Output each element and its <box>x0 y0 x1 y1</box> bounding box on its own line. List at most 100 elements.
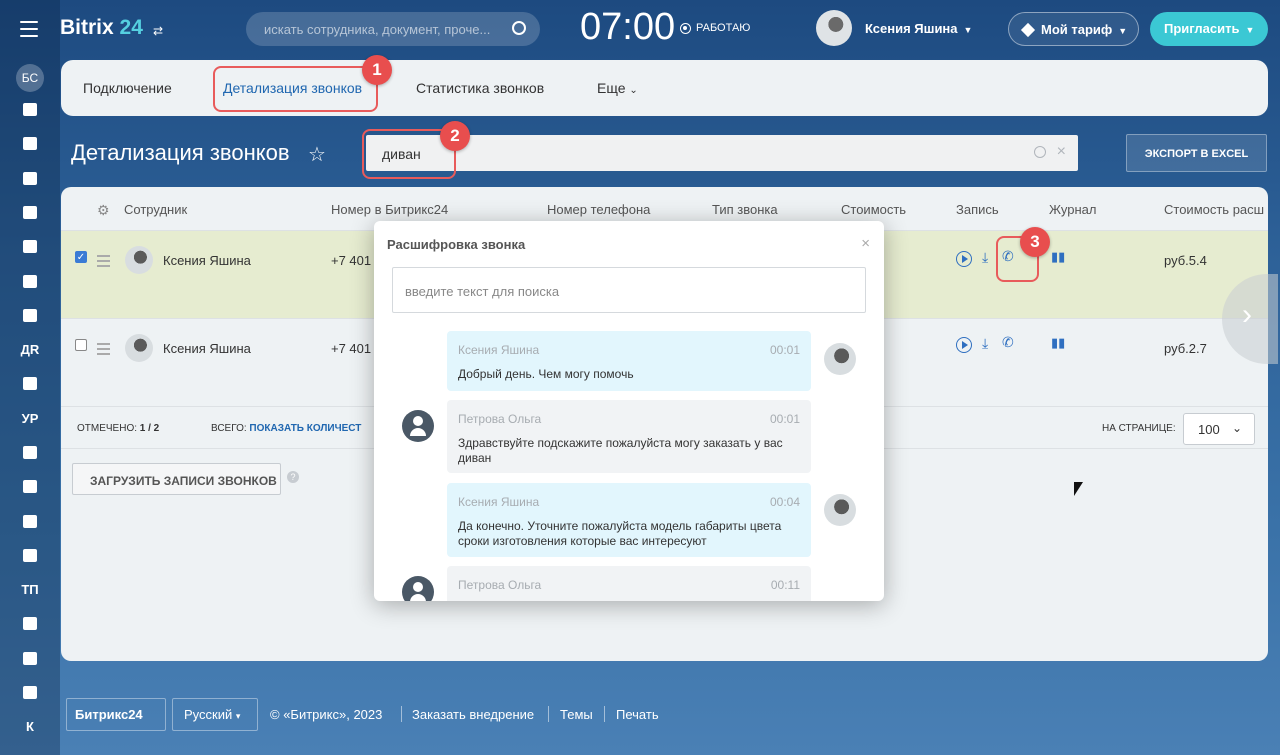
total-label: ВСЕГО: <box>211 423 247 434</box>
bank-icon[interactable] <box>18 510 42 532</box>
sidebar-item-dr[interactable]: ДR <box>18 338 42 360</box>
export-excel-button[interactable]: ЭКСПОРТ В EXCEL <box>1126 134 1267 172</box>
invite-button[interactable]: Пригласить ▼ <box>1150 12 1268 46</box>
step-badge-2: 2 <box>440 121 470 151</box>
search-icon[interactable] <box>512 21 526 35</box>
chevron-down-icon: ▼ <box>1245 25 1255 35</box>
close-icon[interactable]: × <box>861 235 870 252</box>
download-icon[interactable]: ⤓ <box>982 335 988 352</box>
show-count-link[interactable]: ПОКАЗАТЬ КОЛИЧЕСТ <box>249 423 361 434</box>
drag-handle-icon[interactable] <box>97 255 110 270</box>
language-value: Русский <box>184 707 233 722</box>
per-page-select[interactable]: 100 ⌄ <box>1183 413 1255 445</box>
journal-icon[interactable]: ▮▮ <box>1051 249 1065 265</box>
bitrix-logo[interactable]: Bitrix 24 <box>60 16 143 40</box>
marked-label: ОТМЕЧЕНО: <box>77 423 137 434</box>
col-log[interactable]: Журнал <box>1049 202 1096 217</box>
col-cost[interactable]: Стоимость <box>841 202 906 217</box>
employee-name[interactable]: Ксения Яшина <box>163 253 251 268</box>
client-avatar-icon <box>402 410 434 442</box>
tariff-button[interactable]: Мой тариф ▼ <box>1008 12 1139 46</box>
message-text: Здравствуйте подскажите пожалуйста могу … <box>458 436 783 465</box>
total-count: ВСЕГО: ПОКАЗАТЬ КОЛИЧЕСТ <box>211 423 361 434</box>
search-icon[interactable] <box>1034 146 1046 158</box>
message-text: Да конечно. Уточните пожалуйста модель г… <box>458 519 782 548</box>
footer-link-themes[interactable]: Темы <box>560 707 593 722</box>
message-time: 00:01 <box>769 412 800 426</box>
footer-link-print[interactable]: Печать <box>616 707 659 722</box>
col-phone[interactable]: Номер телефона <box>547 202 650 217</box>
transcript-search-input[interactable]: введите текст для поиска <box>392 267 866 313</box>
switch-icon[interactable]: ⇄ <box>153 24 163 38</box>
col-call-type[interactable]: Тип звонка <box>712 202 778 217</box>
step-badge-1: 1 <box>362 55 392 85</box>
filter-search-input[interactable]: диван × <box>366 135 1078 171</box>
calendar-icon[interactable] <box>18 98 42 120</box>
play-icon[interactable] <box>956 337 972 353</box>
sidebar-item-ur[interactable]: УР <box>18 407 42 429</box>
col-record[interactable]: Запись <box>956 202 999 217</box>
stripes-icon[interactable] <box>18 441 42 463</box>
settings-gear-icon[interactable]: ⚙ <box>97 202 110 219</box>
footer-link-order[interactable]: Заказать внедрение <box>412 707 534 722</box>
col-employee[interactable]: Сотрудник <box>124 202 187 217</box>
sidebar-item-k[interactable]: К <box>18 715 42 737</box>
work-status-label: РАБОТАЮ <box>696 22 751 34</box>
global-search-input[interactable]: искать сотрудника, документ, проче... <box>246 12 540 46</box>
language-select[interactable]: Русский ▾ <box>172 698 258 731</box>
user-menu[interactable]: Ксения Яшина ▼ <box>865 21 972 36</box>
record-icon <box>680 22 691 34</box>
transcript-modal: Расшифровка звонка × введите текст для п… <box>374 221 884 601</box>
client-avatar-icon <box>402 576 434 601</box>
chevron-down-icon: ▼ <box>963 25 973 35</box>
message-author: Ксения Яшина <box>458 343 540 357</box>
drag-handle-icon[interactable] <box>97 343 110 358</box>
chat-icon[interactable] <box>18 167 42 189</box>
col-transcription-cost[interactable]: Стоимость расш <box>1164 202 1264 217</box>
footer-divider <box>548 706 549 722</box>
robot-icon[interactable] <box>18 304 42 326</box>
mail-icon[interactable] <box>18 612 42 634</box>
user-avatar[interactable] <box>816 10 852 46</box>
android-icon[interactable] <box>18 475 42 497</box>
contacts-icon[interactable] <box>18 270 42 292</box>
highlight-frame-1 <box>213 66 378 112</box>
employee-name[interactable]: Ксения Яшина <box>163 341 251 356</box>
download-icon[interactable]: ⤓ <box>982 249 988 266</box>
tab-more-label: Еще <box>597 80 626 96</box>
play-icon[interactable] <box>956 251 972 267</box>
sidebar-item-bs[interactable]: БС <box>16 64 44 92</box>
users-icon[interactable] <box>18 201 42 223</box>
chevron-down-icon: ⌄ <box>629 85 638 96</box>
feed-icon[interactable] <box>18 132 42 154</box>
work-status[interactable]: РАБОТАЮ <box>680 22 750 34</box>
menu-icon[interactable] <box>20 21 38 37</box>
col-b24-number[interactable]: Номер в Битрикс24 <box>331 202 448 217</box>
load-call-records-button[interactable]: ЗАГРУЗИТЬ ЗАПИСИ ЗВОНКОВ <box>72 463 281 495</box>
user-name: Ксения Яшина <box>865 21 958 36</box>
per-page-value: 100 <box>1198 422 1220 437</box>
row-checkbox[interactable] <box>75 339 87 351</box>
document-icon[interactable] <box>18 372 42 394</box>
avatar <box>824 494 856 526</box>
tab-more[interactable]: Еще ⌄ <box>597 80 638 96</box>
row-checkbox[interactable]: ✓ <box>75 251 87 263</box>
chevron-down-icon: ▾ <box>235 711 241 721</box>
avatar <box>125 334 153 362</box>
target-icon[interactable] <box>18 647 42 669</box>
journal-icon[interactable]: ▮▮ <box>1051 335 1065 351</box>
per-page-label: НА СТРАНИЦЕ: <box>1102 423 1176 434</box>
transcript-message: Ксения Яшина 00:01 Добрый день. Чем могу… <box>447 331 811 391</box>
tab-call-statistics[interactable]: Статистика звонков <box>416 80 544 96</box>
tab-connection[interactable]: Подключение <box>83 80 172 96</box>
star-icon[interactable]: ☆ <box>308 142 326 167</box>
cart-icon[interactable] <box>18 681 42 703</box>
transcript-icon[interactable]: ✆ <box>1002 334 1014 351</box>
drive-icon[interactable] <box>18 235 42 257</box>
clear-icon[interactable]: × <box>1057 143 1066 161</box>
sign-icon[interactable] <box>18 544 42 566</box>
footer-brand[interactable]: Битрикс24 <box>66 698 166 731</box>
modal-title: Расшифровка звонка <box>387 237 526 252</box>
sidebar-item-tp[interactable]: ТП <box>18 578 42 600</box>
help-icon[interactable]: ? <box>287 471 299 483</box>
